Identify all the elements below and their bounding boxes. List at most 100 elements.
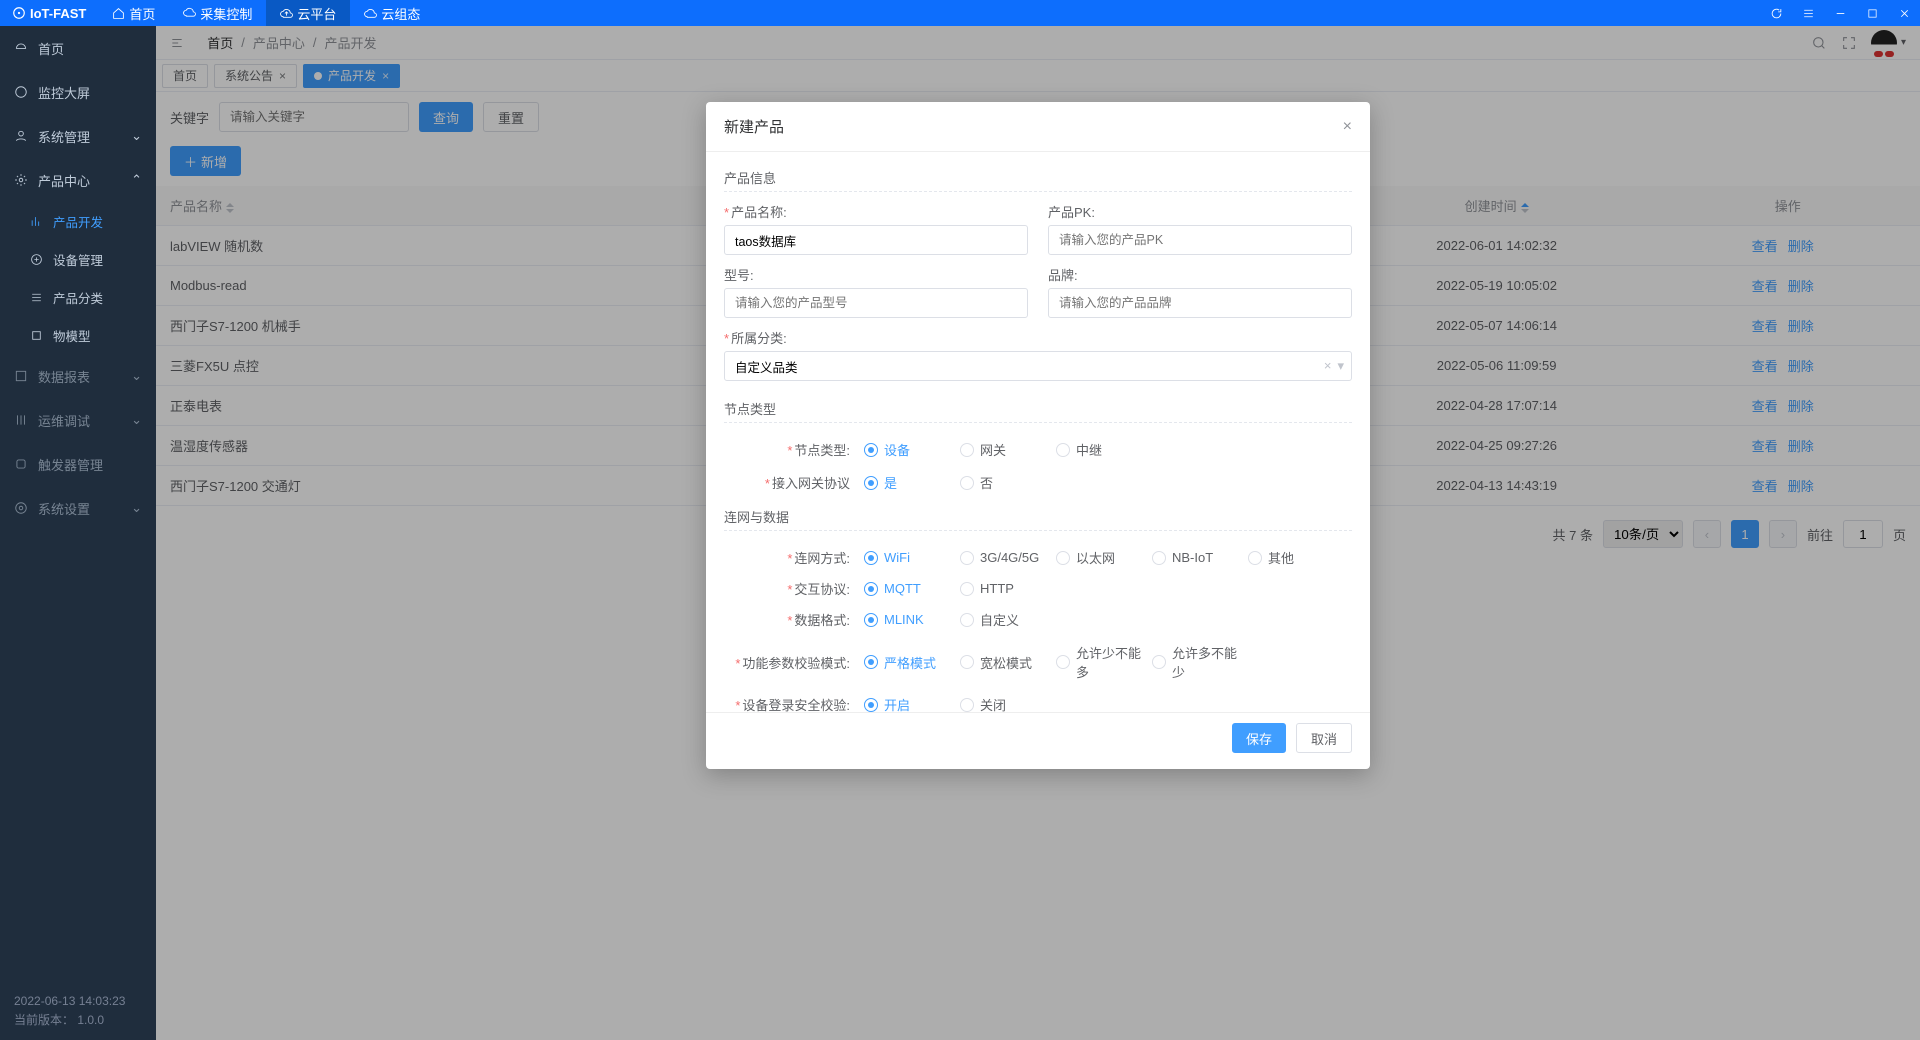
sidebar-item-label: 系统管理 <box>38 127 90 146</box>
radio-dot-icon <box>864 698 878 712</box>
radio-row-gw_proto: *接入网关协议是否 <box>724 466 1352 499</box>
radio-option-label: 设备 <box>884 440 910 459</box>
label-model: 型号: <box>724 268 754 283</box>
sidebar-item-thing-model[interactable]: 物模型 <box>0 316 156 354</box>
radio-option[interactable]: HTTP <box>960 578 1056 599</box>
radio-option[interactable]: 否 <box>960 470 1056 495</box>
radio-option[interactable]: 以太网 <box>1056 545 1152 570</box>
dashboard-icon <box>14 41 28 55</box>
logo-icon <box>12 6 26 20</box>
radio-option-label: 严格模式 <box>884 653 936 672</box>
minimize-icon[interactable] <box>1824 0 1856 26</box>
menu-home[interactable]: 首页 <box>98 0 169 26</box>
radio-dot-icon <box>960 443 974 457</box>
radio-option[interactable]: 宽松模式 <box>960 640 1056 684</box>
sidebar-item-product[interactable]: 产品中心 ⌃ <box>0 158 156 202</box>
radio-option[interactable]: NB-IoT <box>1152 545 1248 570</box>
select-category[interactable] <box>724 351 1352 381</box>
sidebar-item-settings[interactable]: 系统设置 ⌄ <box>0 486 156 530</box>
menu-collect[interactable]: 采集控制 <box>169 0 266 26</box>
close-icon[interactable] <box>1888 0 1920 26</box>
radio-option-label: MQTT <box>884 581 921 596</box>
menu-icon[interactable] <box>1792 0 1824 26</box>
radio-option[interactable]: 允许多不能少 <box>1152 640 1248 684</box>
input-product-name[interactable] <box>724 225 1028 255</box>
chevron-down-icon: ⌄ <box>131 500 142 516</box>
radio-option[interactable]: 设备 <box>864 437 960 462</box>
radio-option[interactable]: 是 <box>864 470 960 495</box>
refresh-icon[interactable] <box>1760 0 1792 26</box>
sliders-icon <box>14 413 28 427</box>
chevron-down-icon[interactable]: ▾ <box>1337 358 1344 374</box>
radio-option[interactable]: 允许少不能多 <box>1056 640 1152 684</box>
radio-row-net_mode: *连网方式:WiFi3G/4G/5G以太网NB-IoT其他 <box>724 541 1352 574</box>
input-brand[interactable] <box>1048 288 1352 318</box>
cancel-button[interactable]: 取消 <box>1296 723 1352 753</box>
radio-option[interactable]: 3G/4G/5G <box>960 545 1056 570</box>
radio-option[interactable]: 严格模式 <box>864 640 960 684</box>
sidebar-item-home[interactable]: 首页 <box>0 26 156 70</box>
cloud-up-icon <box>280 7 293 20</box>
radio-option-label: 是 <box>884 473 897 492</box>
sidebar-item-label: 系统设置 <box>38 499 90 518</box>
radio-dot-icon <box>960 613 974 627</box>
radio-option[interactable]: 开启 <box>864 692 960 712</box>
input-product-pk[interactable] <box>1048 225 1352 255</box>
radio-dot-icon <box>1152 551 1166 565</box>
radio-option[interactable]: 网关 <box>960 437 1056 462</box>
clear-icon[interactable]: × <box>1324 358 1332 374</box>
radio-option[interactable]: MQTT <box>864 578 960 599</box>
radio-option-label: 中继 <box>1076 440 1102 459</box>
sidebar-item-monitor[interactable]: 监控大屏 <box>0 70 156 114</box>
sidebar-item-sysmgmt[interactable]: 系统管理 ⌄ <box>0 114 156 158</box>
app-name: IoT-FAST <box>30 6 86 21</box>
radio-option[interactable]: MLINK <box>864 607 960 632</box>
sidebar-item-product-cat[interactable]: 产品分类 <box>0 278 156 316</box>
cube-icon <box>30 329 43 342</box>
radio-label: 交互协议: <box>794 582 850 597</box>
radio-option[interactable]: 自定义 <box>960 607 1056 632</box>
sidebar-item-label: 物模型 <box>53 326 91 345</box>
label-brand: 品牌: <box>1048 268 1078 283</box>
save-button[interactable]: 保存 <box>1232 723 1286 753</box>
radio-option[interactable]: 其他 <box>1248 545 1344 570</box>
section-product-info: 产品信息 <box>724 160 1352 192</box>
radio-dot-icon <box>960 551 974 565</box>
radio-option-label: 自定义 <box>980 610 1019 629</box>
radio-dot-icon <box>960 698 974 712</box>
chart-icon <box>30 215 43 228</box>
sidebar-item-trigger[interactable]: 触发器管理 <box>0 442 156 486</box>
radio-row-inter_proto: *交互协议:MQTTHTTP <box>724 574 1352 603</box>
radio-option-label: 宽松模式 <box>980 653 1032 672</box>
radio-dot-icon <box>960 476 974 490</box>
radio-dot-icon <box>864 582 878 596</box>
report-icon <box>14 369 28 383</box>
sidebar-item-label: 产品开发 <box>53 212 103 231</box>
sidebar-item-device-mgmt[interactable]: 设备管理 <box>0 240 156 278</box>
radio-row-param_mode: *功能参数校验模式:严格模式宽松模式允许少不能多允许多不能少 <box>724 636 1352 688</box>
radio-label: 设备登录安全校验: <box>742 698 850 712</box>
sidebar-item-label: 设备管理 <box>53 250 103 269</box>
app-logo: IoT-FAST <box>0 6 98 21</box>
radio-option[interactable]: 关闭 <box>960 692 1056 712</box>
sidebar-item-ops[interactable]: 运维调试 ⌄ <box>0 398 156 442</box>
chevron-up-icon: ⌃ <box>131 172 142 188</box>
menu-cloud[interactable]: 云平台 <box>266 0 350 26</box>
menu-scada[interactable]: 云组态 <box>350 0 434 26</box>
radio-dot-icon <box>960 582 974 596</box>
radio-dot-icon <box>1056 655 1070 669</box>
modal-close-icon[interactable]: × <box>1343 118 1352 136</box>
sidebar-item-report[interactable]: 数据报表 ⌄ <box>0 354 156 398</box>
maximize-icon[interactable] <box>1856 0 1888 26</box>
radio-label: 接入网关协议 <box>772 476 850 491</box>
sidebar-item-product-dev[interactable]: 产品开发 <box>0 202 156 240</box>
gear-icon <box>14 173 28 187</box>
input-model[interactable] <box>724 288 1028 318</box>
section-node-type: 节点类型 <box>724 391 1352 423</box>
radio-option[interactable]: 中继 <box>1056 437 1152 462</box>
user-icon <box>14 129 28 143</box>
radio-option[interactable]: WiFi <box>864 545 960 570</box>
radio-dot-icon <box>864 551 878 565</box>
sidebar-item-label: 首页 <box>38 39 64 58</box>
cloud-grid-icon <box>364 7 377 20</box>
